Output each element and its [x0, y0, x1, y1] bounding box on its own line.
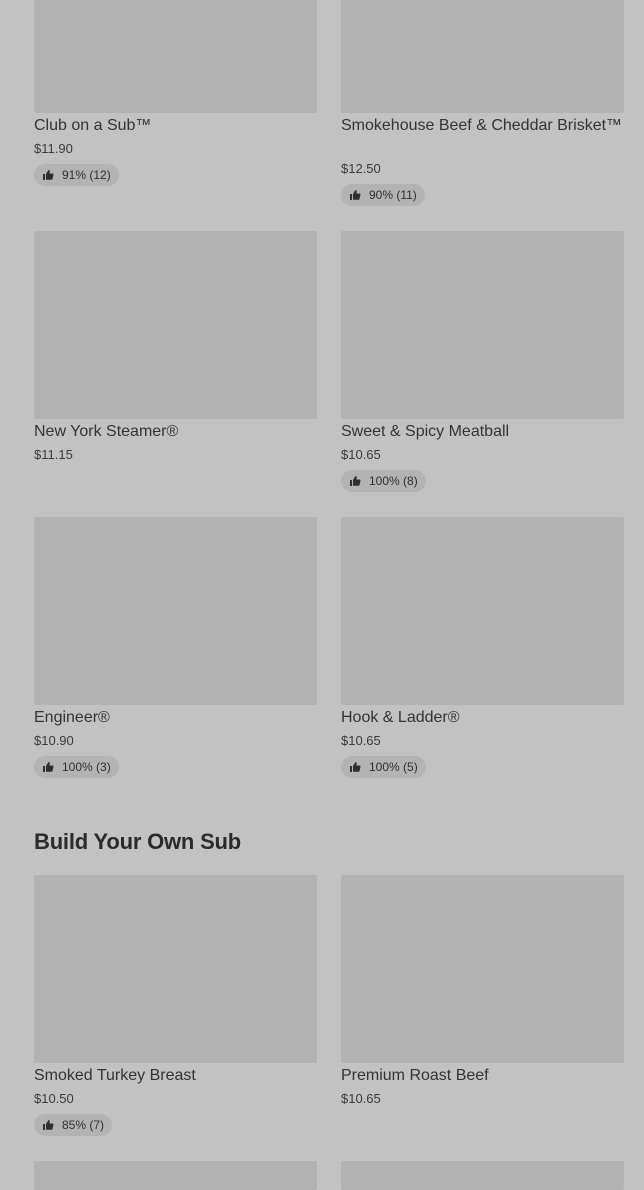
thumbs-up-icon	[350, 476, 361, 486]
menu-item-name: Smoked Turkey Breast	[34, 1067, 196, 1084]
rating-text: 100% (3)	[62, 760, 111, 774]
thumbs-up-icon	[43, 170, 54, 180]
rating-text: 100% (5)	[369, 760, 418, 774]
rating-badge: 100% (5)	[341, 756, 426, 778]
thumbs-up-icon	[350, 190, 361, 200]
thumbs-up-icon	[350, 762, 361, 772]
menu-item-price: $10.90	[34, 733, 74, 748]
menu-item-image[interactable]	[341, 1161, 624, 1190]
menu-item-price: $10.65	[341, 447, 381, 462]
menu-item-price: $11.90	[34, 141, 73, 156]
menu-item-image[interactable]	[34, 517, 317, 705]
thumbs-up-icon	[43, 1120, 54, 1130]
menu-item-name: New York Steamer®	[34, 423, 179, 440]
rating-text: 91% (12)	[62, 168, 111, 182]
section-title: Build Your Own Sub	[34, 829, 242, 854]
rating-text: 90% (11)	[369, 188, 417, 202]
menu-item-image[interactable]	[341, 875, 624, 1063]
menu-item-price: $10.50	[34, 1091, 74, 1106]
menu-item-image[interactable]	[34, 875, 317, 1063]
thumbs-up-icon	[43, 762, 54, 772]
menu-item-image[interactable]	[34, 0, 317, 113]
rating-badge: 90% (11)	[341, 184, 425, 206]
menu-item-price: $10.65	[341, 1091, 381, 1106]
menu-item-name: Engineer®	[34, 709, 110, 726]
menu-item-image[interactable]	[341, 517, 624, 705]
rating-badge: 85% (7)	[34, 1114, 113, 1136]
menu-item-name: Hook & Ladder®	[341, 709, 460, 726]
menu-item-name: Premium Roast Beef	[341, 1067, 489, 1084]
menu-item-price: $10.65	[341, 733, 381, 748]
menu-item-image[interactable]	[34, 1161, 317, 1190]
menu-item-price: $12.50	[341, 161, 381, 176]
rating-badge: 91% (12)	[34, 164, 119, 186]
menu-item-price: $11.15	[34, 447, 73, 462]
menu-item-name: Sweet & Spicy Meatball	[341, 423, 510, 440]
rating-text: 85% (7)	[62, 1118, 105, 1132]
menu-item-image[interactable]	[34, 231, 317, 419]
rating-badge: 100% (3)	[34, 756, 119, 778]
menu-item-name: Smokehouse Beef & Cheddar Brisket™	[341, 117, 623, 134]
menu-item-image[interactable]	[341, 231, 624, 419]
menu-item-image[interactable]	[341, 0, 624, 113]
rating-badge: 100% (8)	[341, 470, 426, 492]
menu-item-name: Club on a Sub™	[34, 117, 152, 134]
rating-text: 100% (8)	[369, 474, 418, 488]
